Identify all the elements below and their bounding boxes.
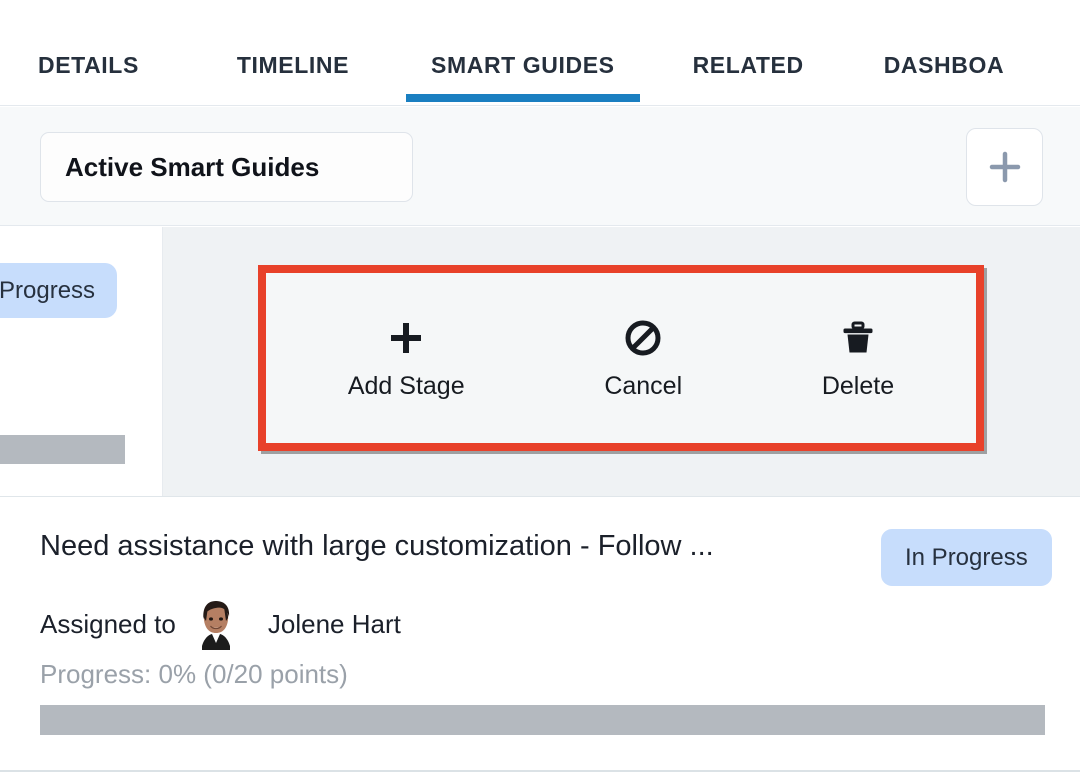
plus-icon <box>986 148 1024 186</box>
active-smart-guides-filter[interactable]: Active Smart Guides <box>40 132 413 202</box>
trash-icon <box>837 316 879 360</box>
cancel-label: Cancel <box>604 372 682 401</box>
stage-actions-highlight-box: Add Stage Cancel <box>258 265 984 451</box>
tab-list: DETAILS TIMELINE SMART GUIDES RELATED DA… <box>0 0 1004 106</box>
tab-dashboard[interactable]: DASHBOA <box>884 0 1004 106</box>
progress-bar-truncated <box>0 435 125 464</box>
progress-bar <box>40 705 1045 735</box>
avatar[interactable] <box>192 598 240 650</box>
status-badge-truncated[interactable]: n Progress <box>0 263 117 318</box>
assignee-name[interactable]: Jolene Hart <box>268 609 401 640</box>
stage-actions-group: Add Stage Cancel <box>266 273 976 443</box>
tab-timeline[interactable]: TIMELINE <box>237 0 349 106</box>
tab-smart-guides[interactable]: SMART GUIDES <box>431 0 615 106</box>
tab-details[interactable]: DETAILS <box>38 0 139 106</box>
record-title[interactable]: Need assistance with large customization… <box>40 530 714 563</box>
scrolled-record-card: n Progress <box>0 227 163 496</box>
cancel-button[interactable]: Cancel <box>594 316 692 401</box>
tab-bar: DETAILS TIMELINE SMART GUIDES RELATED DA… <box>0 0 1080 106</box>
assigned-to-label: Assigned to <box>40 609 176 640</box>
prohibition-icon <box>622 316 664 360</box>
tab-overflow-fade <box>1010 0 1080 106</box>
filter-label: Active Smart Guides <box>65 152 319 183</box>
progress-text: Progress: 0% (0/20 points) <box>40 659 348 690</box>
add-stage-label: Add Stage <box>348 372 465 401</box>
add-stage-button[interactable]: Add Stage <box>338 316 475 401</box>
assignee-row: Assigned to Jolene Hart <box>40 598 401 650</box>
delete-label: Delete <box>822 372 894 401</box>
smart-guides-screen: DETAILS TIMELINE SMART GUIDES RELATED DA… <box>0 0 1080 772</box>
delete-button[interactable]: Delete <box>812 316 904 401</box>
add-smart-guide-button[interactable] <box>966 128 1043 206</box>
status-badge[interactable]: In Progress <box>881 529 1052 586</box>
plus-icon <box>385 316 427 360</box>
tab-related[interactable]: RELATED <box>693 0 804 106</box>
